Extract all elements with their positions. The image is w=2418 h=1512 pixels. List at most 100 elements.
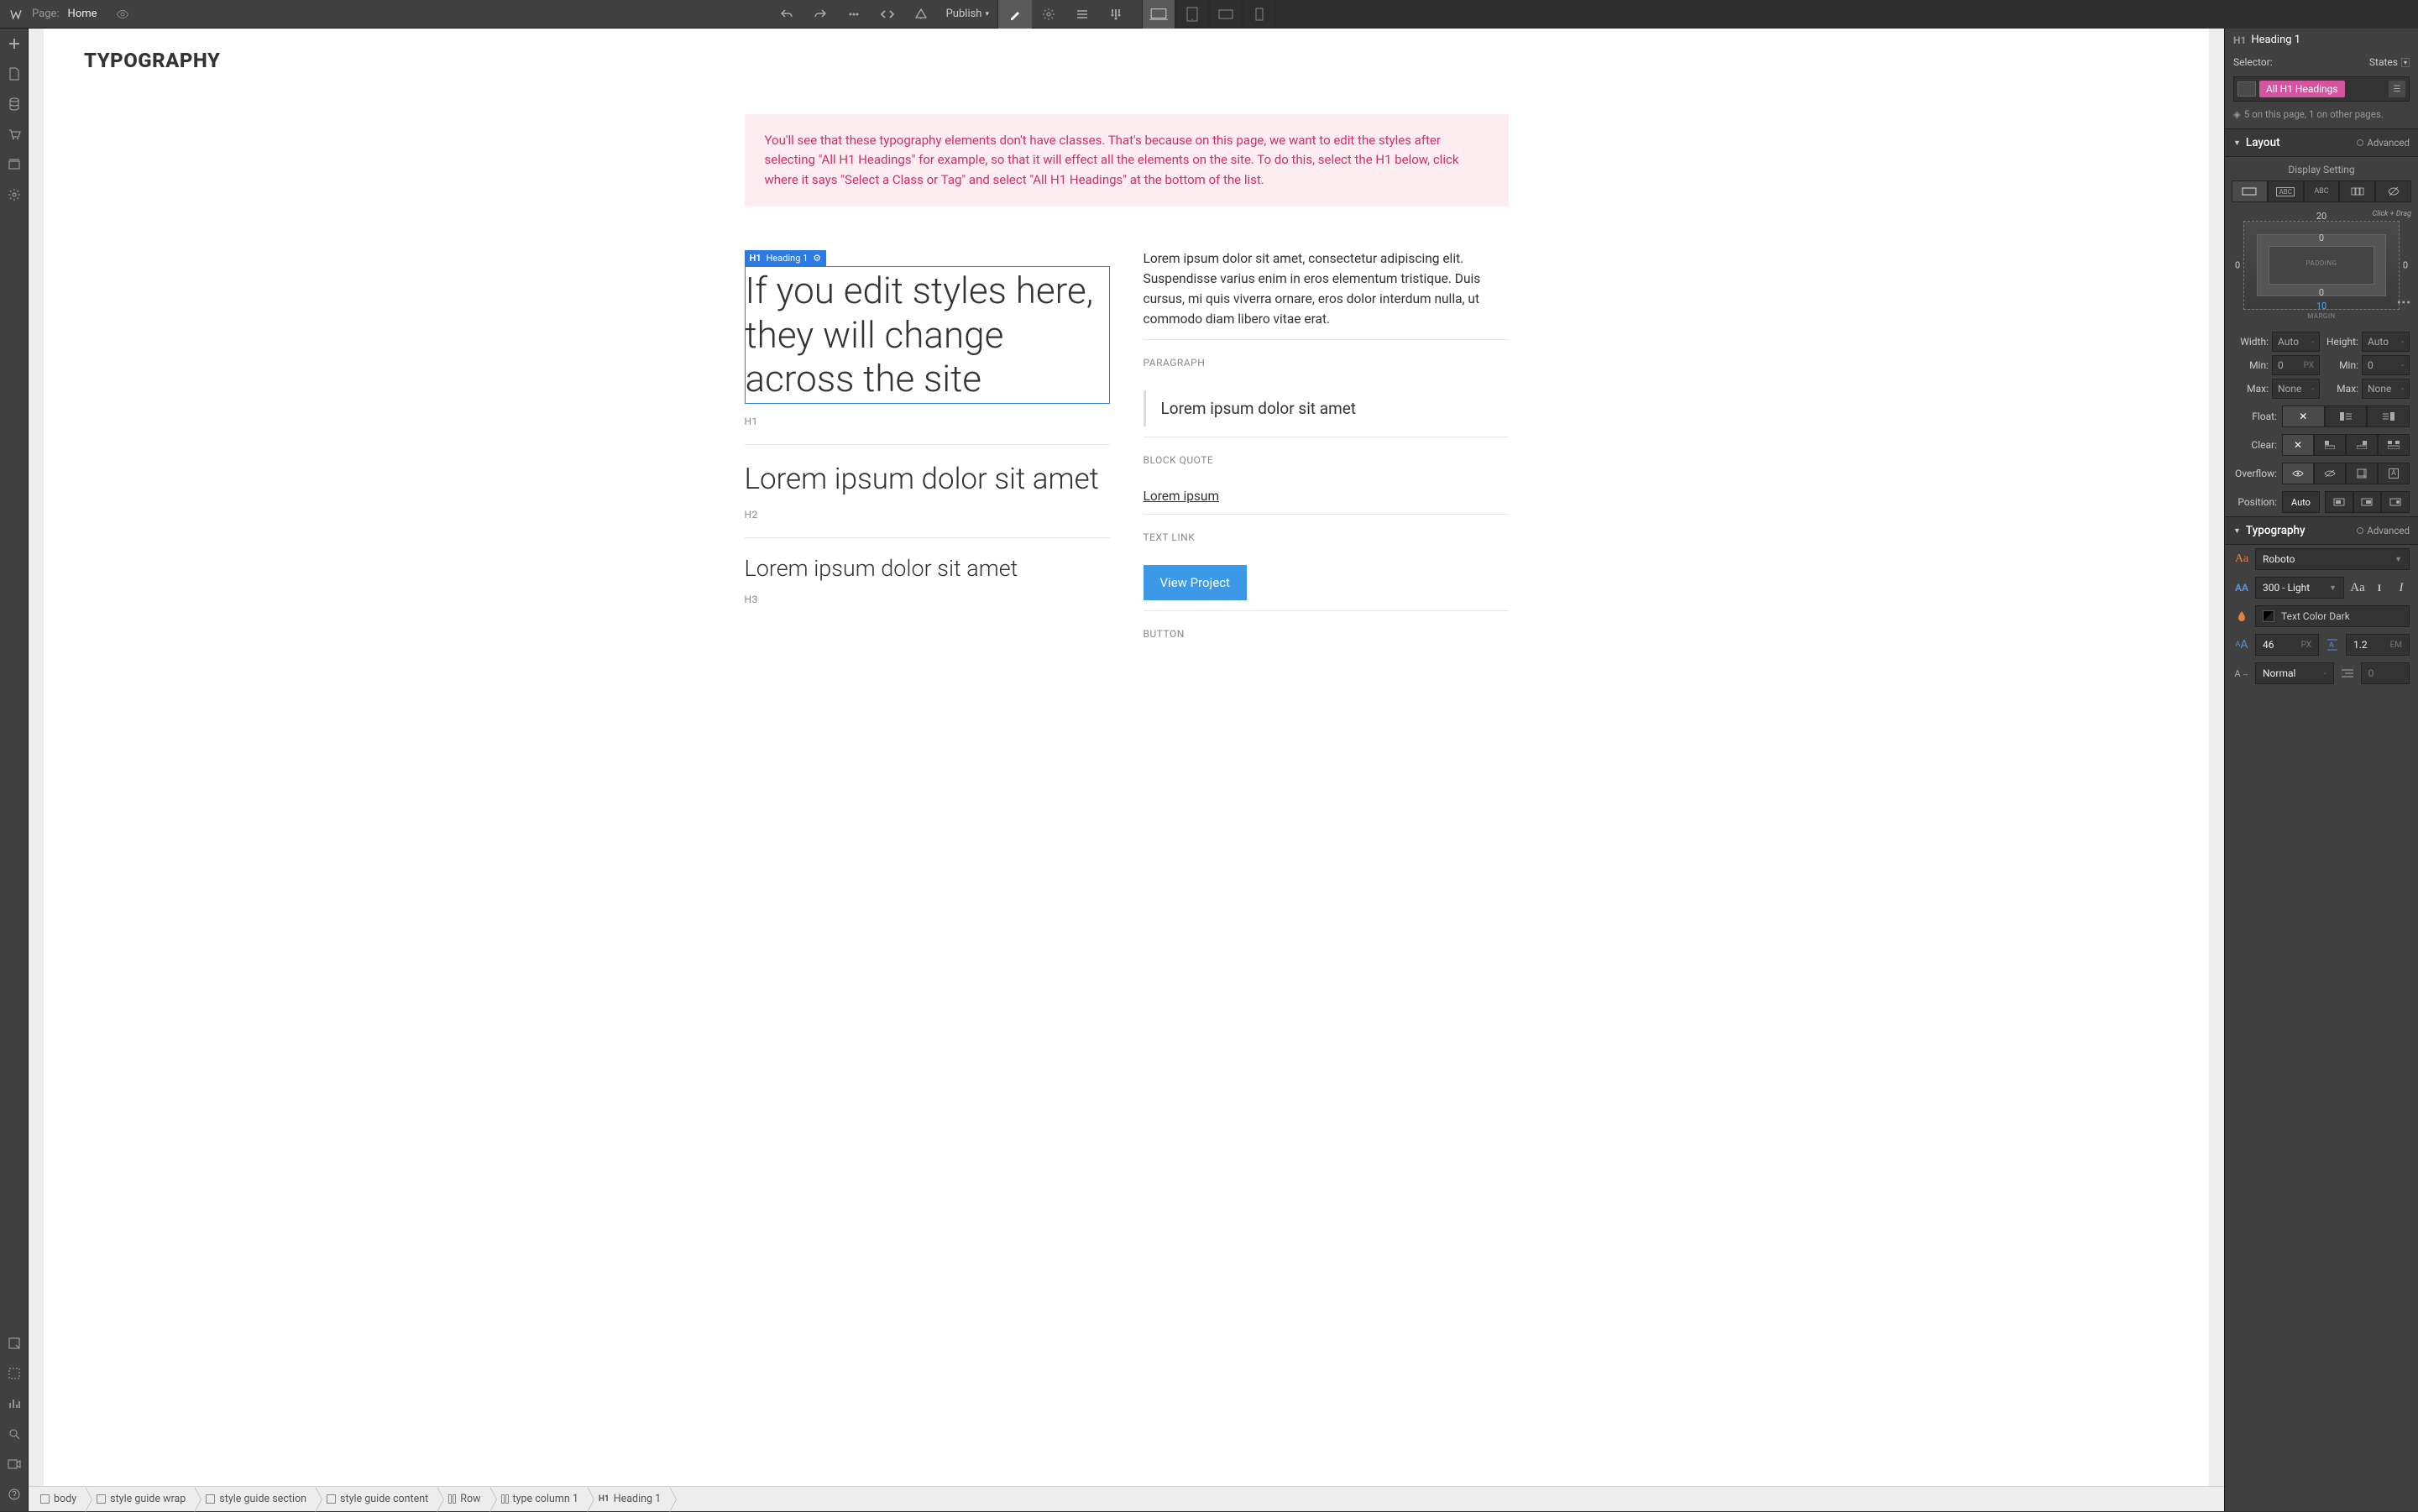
cms-icon[interactable] <box>6 96 23 112</box>
margin-top-value[interactable]: 20 <box>2316 211 2326 222</box>
maxh-input[interactable]: None- <box>2362 379 2410 399</box>
regular-style-button[interactable]: Aa <box>2349 579 2366 596</box>
maxw-input[interactable]: None- <box>2272 379 2320 399</box>
video-icon[interactable] <box>6 1456 23 1473</box>
navigator-icon[interactable] <box>6 1335 23 1352</box>
paragraph-element[interactable]: Lorem ipsum dolor sit amet, consectetur … <box>1144 249 1509 329</box>
advanced-toggle[interactable]: Advanced <box>2357 525 2410 536</box>
typography-section-header[interactable]: ▼ Typography Advanced <box>2225 516 2418 545</box>
h3-element[interactable]: Lorem ipsum dolor sit amet <box>745 555 1110 582</box>
font-select[interactable]: Roboto▼ <box>2255 548 2410 570</box>
display-flex-button[interactable] <box>2339 180 2375 202</box>
gear-icon[interactable]: ⚙ <box>813 253 821 264</box>
selection-tag[interactable]: H1 Heading 1 ⚙ <box>745 250 827 266</box>
float-left-button[interactable] <box>2325 405 2368 427</box>
padding-bottom-value[interactable]: 0 <box>2319 287 2324 298</box>
crumb-heading[interactable]: H1Heading 1 <box>587 1487 669 1511</box>
assets-icon[interactable] <box>6 156 23 173</box>
crumb-body[interactable]: body <box>29 1487 85 1511</box>
float-right-button[interactable] <box>2367 405 2410 427</box>
audit-icon[interactable] <box>6 1395 23 1412</box>
states-dropdown[interactable]: States▾ <box>2369 56 2410 68</box>
search-icon[interactable] <box>6 1426 23 1442</box>
bold-button[interactable]: I <box>2371 579 2388 596</box>
position-auto-button[interactable]: Auto <box>2282 491 2320 513</box>
device-desktop-button[interactable] <box>1142 0 1175 29</box>
layout-section-header[interactable]: ▼ Layout Advanced <box>2225 128 2418 157</box>
blockquote-element[interactable]: Lorem ipsum dolor sit amet <box>1144 390 1509 426</box>
italic-button[interactable]: I <box>2393 579 2410 596</box>
link-element[interactable]: Lorem ipsum <box>1144 489 1220 504</box>
export-icon[interactable] <box>904 0 938 29</box>
guides-icon[interactable] <box>6 1365 23 1382</box>
overflow-visible-button[interactable] <box>2282 463 2314 484</box>
weight-select[interactable]: 300 - Light▼ <box>2255 577 2344 599</box>
box-model-editor[interactable]: Click + Drag 20 0 0 0 0 PADDING MARGIN 1… <box>2233 211 2410 320</box>
height-input[interactable]: Auto- <box>2362 332 2410 352</box>
help-icon[interactable] <box>6 1486 23 1503</box>
display-setting-label: Display Setting <box>2225 157 2418 180</box>
display-inline-block-button[interactable]: ABC <box>2268 180 2304 202</box>
selector-menu-icon[interactable]: ☰ <box>2389 81 2405 97</box>
indent-input[interactable]: 0 <box>2361 662 2410 684</box>
display-block-button[interactable] <box>2232 180 2268 202</box>
navigator-panel-icon[interactable] <box>1065 0 1099 29</box>
overflow-hidden-button[interactable] <box>2314 463 2346 484</box>
webflow-logo-icon[interactable] <box>8 7 24 22</box>
float-none-button[interactable]: ✕ <box>2282 405 2325 427</box>
h2-element[interactable]: Lorem ipsum dolor sit amet <box>745 462 1110 497</box>
pages-icon[interactable] <box>6 65 23 82</box>
position-absolute-button[interactable] <box>2353 491 2382 513</box>
code-icon[interactable] <box>871 0 904 29</box>
minw-label: Min: <box>2233 359 2269 371</box>
more-icon[interactable]: ••• <box>2397 296 2411 310</box>
display-none-button[interactable] <box>2375 180 2411 202</box>
margin-bottom-value[interactable]: 10 <box>2316 301 2326 311</box>
overflow-scroll-button[interactable] <box>2346 463 2378 484</box>
redo-icon[interactable] <box>803 0 837 29</box>
button-element[interactable]: View Project <box>1144 565 1247 600</box>
publish-button[interactable]: Publish▾ <box>938 8 997 20</box>
settings-panel-icon[interactable] <box>1032 0 1065 29</box>
device-tablet-button[interactable] <box>1175 0 1209 29</box>
font-size-input[interactable]: 46PX <box>2255 634 2319 656</box>
crumb-content[interactable]: style guide content <box>315 1487 437 1511</box>
width-input[interactable]: Auto- <box>2272 332 2320 352</box>
page-name[interactable]: Home <box>68 8 97 20</box>
crumb-wrap[interactable]: style guide wrap <box>85 1487 194 1511</box>
selector-input[interactable]: All H1 Headings ☰ <box>2233 76 2410 102</box>
overflow-auto-button[interactable]: A <box>2378 463 2410 484</box>
ecommerce-icon[interactable] <box>6 126 23 143</box>
letter-spacing-input[interactable]: Normal- <box>2255 662 2334 684</box>
line-height-input[interactable]: 1.2EM <box>2346 634 2410 656</box>
clear-left-button[interactable] <box>2314 434 2346 456</box>
crumb-column[interactable]: type column 1 <box>489 1487 587 1511</box>
crumb-row[interactable]: Row <box>437 1487 489 1511</box>
preview-icon[interactable] <box>116 8 129 21</box>
position-fixed-button[interactable] <box>2381 491 2410 513</box>
device-phone-button[interactable] <box>1243 0 1276 29</box>
h1-element[interactable]: If you edit styles here, they will chang… <box>745 266 1110 404</box>
clear-right-button[interactable] <box>2346 434 2378 456</box>
display-inline-button[interactable]: ABC <box>2304 180 2340 202</box>
minw-input[interactable]: 0PX <box>2272 355 2320 375</box>
crumb-section[interactable]: style guide section <box>194 1487 315 1511</box>
add-element-icon[interactable] <box>6 35 23 52</box>
minh-input[interactable]: 0- <box>2362 355 2410 375</box>
style-panel-icon[interactable] <box>998 0 1032 29</box>
position-relative-button[interactable] <box>2325 491 2353 513</box>
margin-right-value[interactable]: 0 <box>2403 260 2408 271</box>
margin-left-value[interactable]: 0 <box>2235 260 2240 271</box>
undo-icon[interactable] <box>770 0 803 29</box>
clear-none-button[interactable]: ✕ <box>2282 434 2314 456</box>
advanced-toggle[interactable]: Advanced <box>2357 137 2410 149</box>
text-color-input[interactable]: Text Color Dark <box>2255 605 2410 627</box>
svg-text:A: A <box>2329 641 2334 650</box>
comments-icon[interactable] <box>837 0 871 29</box>
settings-icon[interactable] <box>6 186 23 203</box>
device-landscape-button[interactable] <box>1209 0 1243 29</box>
style-manager-icon[interactable] <box>1099 0 1133 29</box>
padding-top-value[interactable]: 0 <box>2319 233 2324 243</box>
clear-both-button[interactable] <box>2378 434 2410 456</box>
selector-tag[interactable]: All H1 Headings <box>2259 81 2345 97</box>
